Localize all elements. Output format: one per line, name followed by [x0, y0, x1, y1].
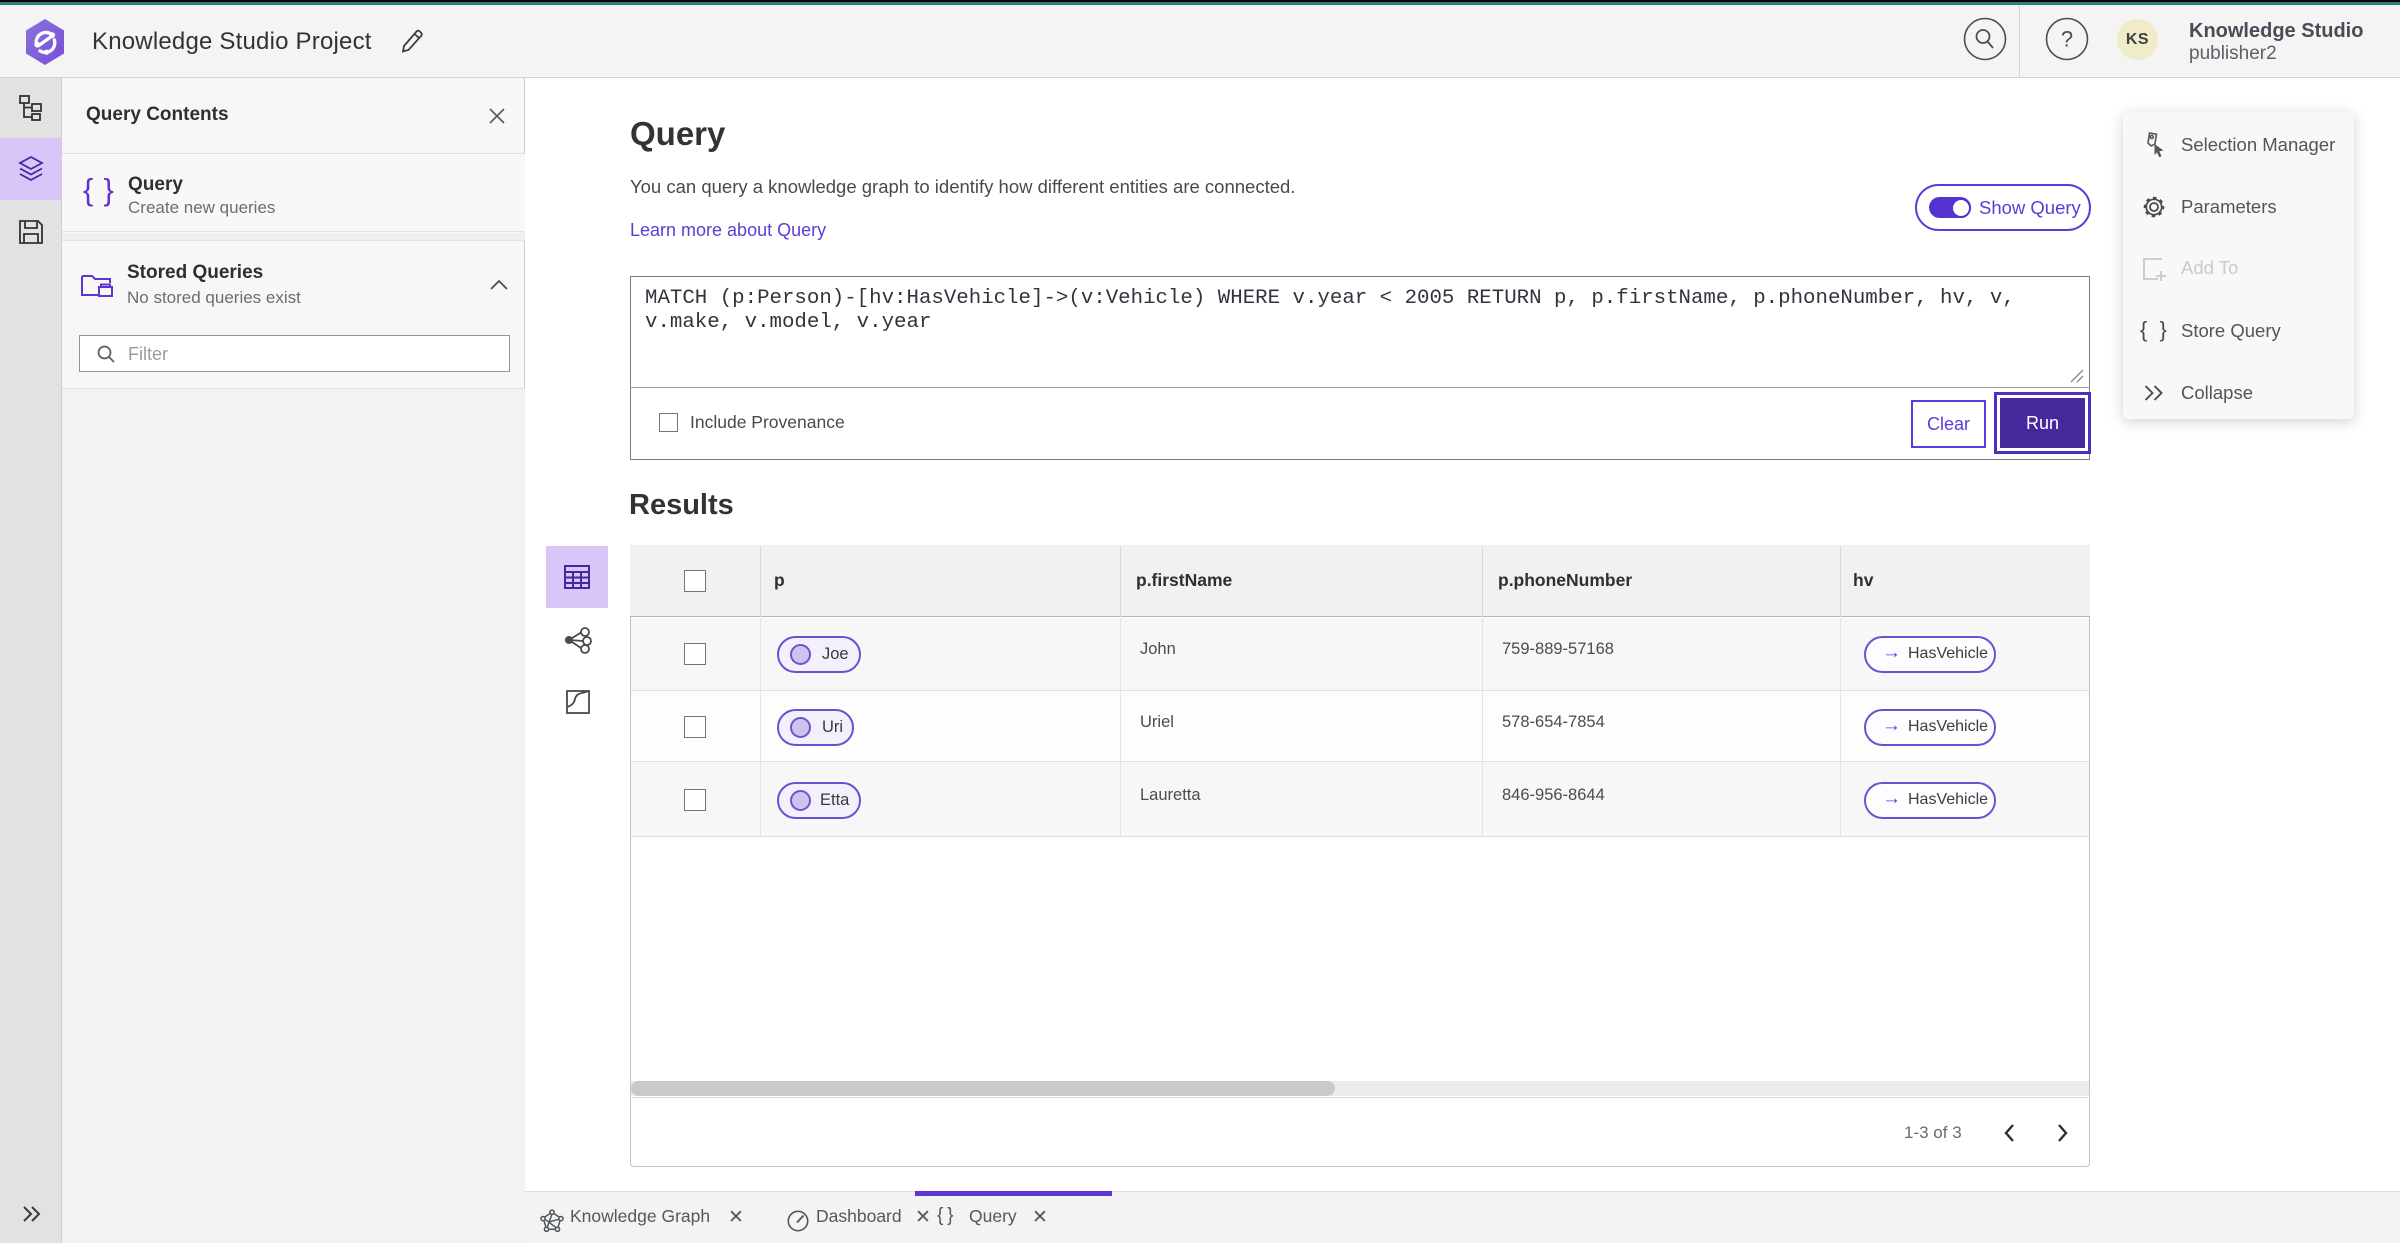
svg-text:?: ?	[2061, 27, 2073, 52]
